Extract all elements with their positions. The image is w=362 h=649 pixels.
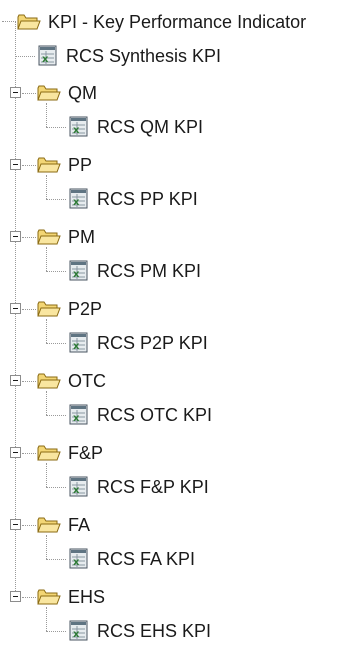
tree-connector bbox=[22, 525, 36, 526]
tree-item-label: RCS PM KPI bbox=[97, 261, 202, 281]
tree-group-otc[interactable]: OTC bbox=[37, 367, 108, 395]
tree-connector bbox=[46, 535, 47, 559]
expander-collapse-icon[interactable] bbox=[10, 519, 21, 530]
tree-connector bbox=[46, 487, 66, 488]
svg-text:x: x bbox=[42, 54, 49, 65]
tree-connector bbox=[46, 103, 47, 127]
kpi-document-icon: x bbox=[68, 188, 90, 210]
svg-text:x: x bbox=[73, 485, 80, 496]
tree-item-rcs-pp-kpi[interactable]: x RCS PP KPI bbox=[68, 185, 200, 213]
tree-group-label: OTC bbox=[68, 371, 106, 391]
kpi-document-icon: x bbox=[68, 548, 90, 570]
tree-root-node[interactable]: KPI - Key Performance Indicator bbox=[17, 8, 308, 36]
expander-collapse-icon[interactable] bbox=[10, 87, 21, 98]
expander-collapse-icon[interactable] bbox=[10, 591, 21, 602]
svg-text:x: x bbox=[73, 629, 80, 640]
kpi-document-icon: x bbox=[37, 45, 59, 67]
tree-connector bbox=[46, 559, 66, 560]
tree-connector bbox=[46, 319, 47, 343]
kpi-document-icon: x bbox=[68, 620, 90, 642]
tree-group-label: PM bbox=[68, 227, 95, 247]
tree-item-rcs-fa-kpi[interactable]: x RCS FA KPI bbox=[68, 545, 197, 573]
folder-open-icon bbox=[37, 156, 61, 174]
svg-text:x: x bbox=[73, 557, 80, 568]
tree-connector bbox=[46, 631, 66, 632]
tree-item-rcs-f-p-kpi[interactable]: x RCS F&P KPI bbox=[68, 473, 211, 501]
tree-group-p2p[interactable]: P2P bbox=[37, 295, 104, 323]
tree-connector-root-item bbox=[15, 56, 35, 57]
tree-connector bbox=[46, 343, 66, 344]
tree-item-label: RCS P2P KPI bbox=[97, 333, 208, 353]
tree-connector bbox=[22, 93, 36, 94]
kpi-tree-view[interactable]: KPI - Key Performance Indicator x RCS Sy… bbox=[0, 0, 362, 649]
kpi-document-icon: x bbox=[68, 116, 90, 138]
tree-connector-root bbox=[2, 21, 16, 22]
tree-group-label: QM bbox=[68, 83, 97, 103]
tree-item-label: RCS OTC KPI bbox=[97, 405, 213, 425]
tree-connector bbox=[22, 237, 36, 238]
tree-item-label: RCS FA KPI bbox=[97, 549, 196, 569]
svg-text:x: x bbox=[73, 125, 80, 136]
tree-connector bbox=[46, 607, 47, 631]
tree-connector bbox=[46, 199, 66, 200]
tree-connector bbox=[22, 165, 36, 166]
folder-open-icon bbox=[37, 84, 61, 102]
tree-connector bbox=[22, 381, 36, 382]
expander-collapse-icon[interactable] bbox=[10, 303, 21, 314]
tree-item-label: RCS F&P KPI bbox=[97, 477, 209, 497]
tree-item-rcs-pm-kpi[interactable]: x RCS PM KPI bbox=[68, 257, 203, 285]
folder-open-icon bbox=[37, 300, 61, 318]
tree-root-label: KPI - Key Performance Indicator bbox=[48, 12, 307, 32]
tree-item-rcs-otc-kpi[interactable]: x RCS OTC KPI bbox=[68, 401, 214, 429]
tree-connector bbox=[46, 463, 47, 487]
tree-item-rcs-synthesis-kpi[interactable]: x RCS Synthesis KPI bbox=[37, 42, 223, 70]
tree-group-label: FA bbox=[68, 515, 91, 535]
kpi-document-icon: x bbox=[68, 332, 90, 354]
tree-connector bbox=[46, 127, 66, 128]
folder-open-icon bbox=[17, 13, 41, 31]
folder-open-icon bbox=[37, 372, 61, 390]
tree-group-label: P2P bbox=[68, 299, 103, 319]
tree-connector bbox=[46, 271, 66, 272]
expander-collapse-icon[interactable] bbox=[10, 231, 21, 242]
tree-item-label: RCS EHS KPI bbox=[97, 621, 212, 641]
tree-item-label: RCS QM KPI bbox=[97, 117, 204, 137]
tree-connector bbox=[22, 309, 36, 310]
tree-connector bbox=[22, 453, 36, 454]
folder-open-icon bbox=[37, 444, 61, 462]
tree-group-ehs[interactable]: EHS bbox=[37, 583, 107, 611]
folder-open-icon bbox=[37, 588, 61, 606]
tree-item-rcs-qm-kpi[interactable]: x RCS QM KPI bbox=[68, 113, 205, 141]
tree-connector bbox=[46, 175, 47, 199]
svg-text:x: x bbox=[73, 413, 80, 424]
svg-text:x: x bbox=[73, 269, 80, 280]
svg-text:x: x bbox=[73, 197, 80, 208]
tree-item-rcs-ehs-kpi[interactable]: x RCS EHS KPI bbox=[68, 617, 213, 645]
tree-group-f-p[interactable]: F&P bbox=[37, 439, 105, 467]
tree-group-label: EHS bbox=[68, 587, 106, 607]
kpi-document-icon: x bbox=[68, 260, 90, 282]
folder-open-icon bbox=[37, 516, 61, 534]
folder-open-icon bbox=[37, 228, 61, 246]
kpi-document-icon: x bbox=[68, 404, 90, 426]
expander-collapse-icon[interactable] bbox=[10, 375, 21, 386]
tree-item-label: RCS Synthesis KPI bbox=[66, 46, 222, 66]
tree-item-label: RCS PP KPI bbox=[97, 189, 198, 209]
expander-collapse-icon[interactable] bbox=[10, 447, 21, 458]
tree-connector bbox=[46, 415, 66, 416]
tree-connector bbox=[22, 597, 36, 598]
tree-group-label: F&P bbox=[68, 443, 104, 463]
tree-connector bbox=[46, 391, 47, 415]
tree-group-label: PP bbox=[68, 155, 93, 175]
tree-connector bbox=[46, 247, 47, 271]
tree-item-rcs-p2p-kpi[interactable]: x RCS P2P KPI bbox=[68, 329, 210, 357]
kpi-document-icon: x bbox=[68, 476, 90, 498]
svg-text:x: x bbox=[73, 341, 80, 352]
expander-collapse-icon[interactable] bbox=[10, 159, 21, 170]
